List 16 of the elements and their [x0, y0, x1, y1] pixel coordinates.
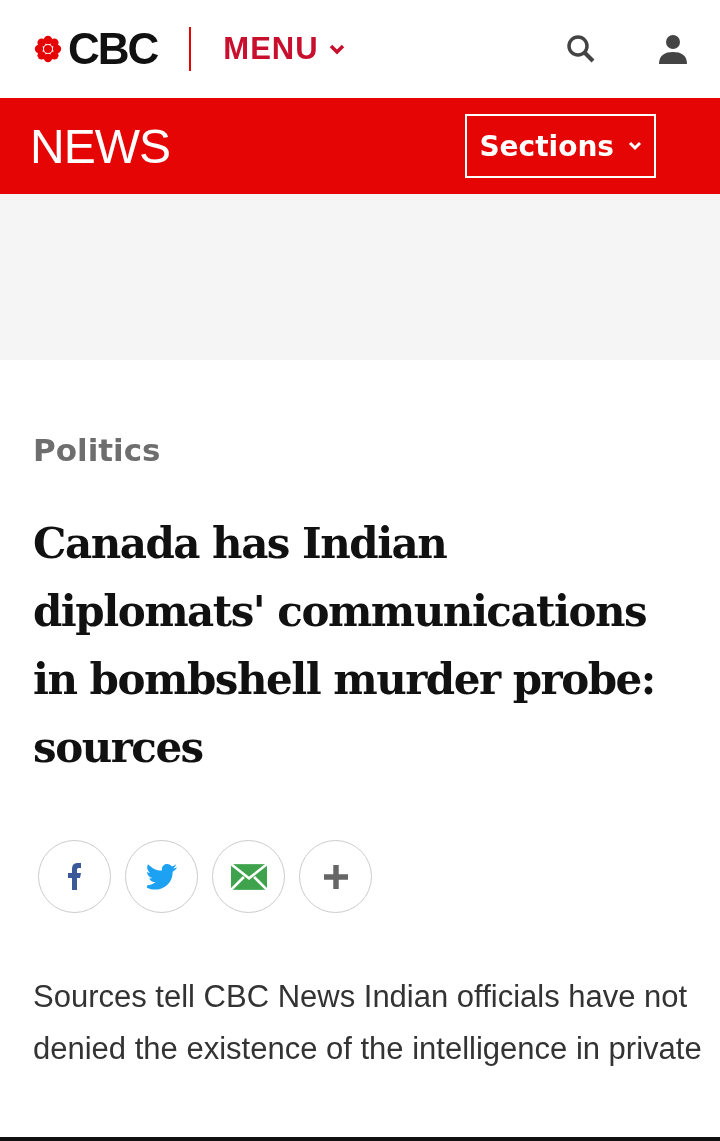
- article-summary: Sources tell CBC News Indian officials have not denied the existence of the intelligence in private: [33, 978, 702, 1068]
- section-title: NEWS: [30, 118, 170, 174]
- plus-icon: [323, 864, 348, 889]
- menu-button[interactable]: MENU: [223, 31, 345, 67]
- chevron-down-icon: [328, 43, 345, 55]
- logo-text: CBC: [68, 24, 158, 74]
- headline: Canada has Indian diplomats' communications in bombshell murder probe: sources: [33, 518, 656, 774]
- category-label: Politics: [33, 432, 162, 468]
- sections-button[interactable]: Sections: [465, 114, 656, 178]
- envelope-icon: [230, 863, 267, 890]
- bird-icon: [146, 862, 177, 891]
- chevron-down-icon: [628, 141, 642, 151]
- facebook-icon: [68, 863, 81, 890]
- logo-icon: [32, 34, 64, 64]
- search-icon[interactable]: [566, 34, 596, 64]
- user-icon[interactable]: [658, 34, 688, 64]
